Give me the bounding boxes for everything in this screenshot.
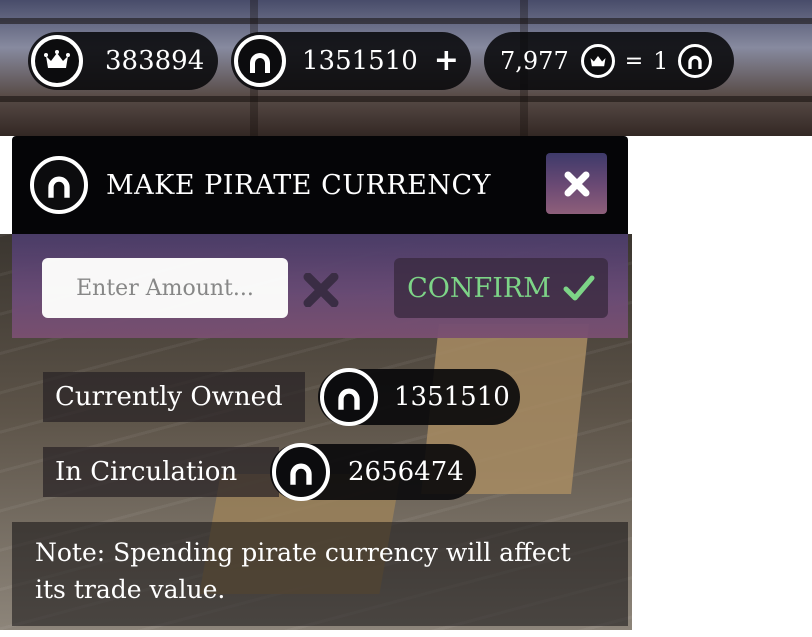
- panel-header: MAKE PIRATE CURRENCY: [12, 136, 628, 234]
- in-circulation-value-pill: 2656474: [270, 443, 476, 501]
- pirate-coin-icon: [234, 35, 286, 87]
- close-button[interactable]: [546, 153, 607, 214]
- pirate-currency-counter: 1351510 +: [231, 32, 471, 90]
- confirm-button[interactable]: CONFIRM: [394, 258, 608, 318]
- pirate-coin-icon: [272, 443, 330, 501]
- trade-value-note: Note: Spending pirate currency will affe…: [12, 522, 628, 626]
- currency-bar: 383894 1351510 + 7,977 = 1: [0, 0, 812, 136]
- equals-sign: =: [624, 48, 644, 74]
- amount-input[interactable]: [42, 258, 288, 318]
- crowns-counter: 383894: [28, 32, 218, 90]
- currently-owned-value: 1351510: [394, 382, 510, 412]
- pirate-coin-icon: [30, 156, 88, 214]
- exchange-pirate-amount: 1: [653, 47, 669, 75]
- confirm-label: CONFIRM: [407, 272, 551, 304]
- in-circulation-label: In Circulation: [43, 447, 279, 497]
- close-icon: [564, 171, 589, 196]
- pirate-coin-icon: [678, 44, 713, 78]
- clear-x-icon: [303, 273, 339, 307]
- pirate-coin-icon: [320, 368, 378, 426]
- in-circulation-value: 2656474: [348, 457, 464, 487]
- crown-icon: [31, 35, 83, 87]
- panel-title: MAKE PIRATE CURRENCY: [106, 169, 491, 201]
- currently-owned-label: Currently Owned: [43, 372, 305, 422]
- crown-icon: [580, 44, 615, 78]
- pirate-currency-value: 1351510: [302, 46, 418, 76]
- amount-entry-row: CONFIRM: [12, 234, 628, 338]
- plus-icon[interactable]: +: [434, 46, 459, 76]
- exchange-rate: 7,977 = 1: [484, 32, 734, 90]
- clear-amount-button[interactable]: [302, 272, 340, 308]
- checkmark-icon: [563, 274, 595, 302]
- exchange-crowns-amount: 7,977: [500, 47, 569, 75]
- crowns-value: 383894: [105, 46, 205, 76]
- currently-owned-value-pill: 1351510: [318, 368, 520, 426]
